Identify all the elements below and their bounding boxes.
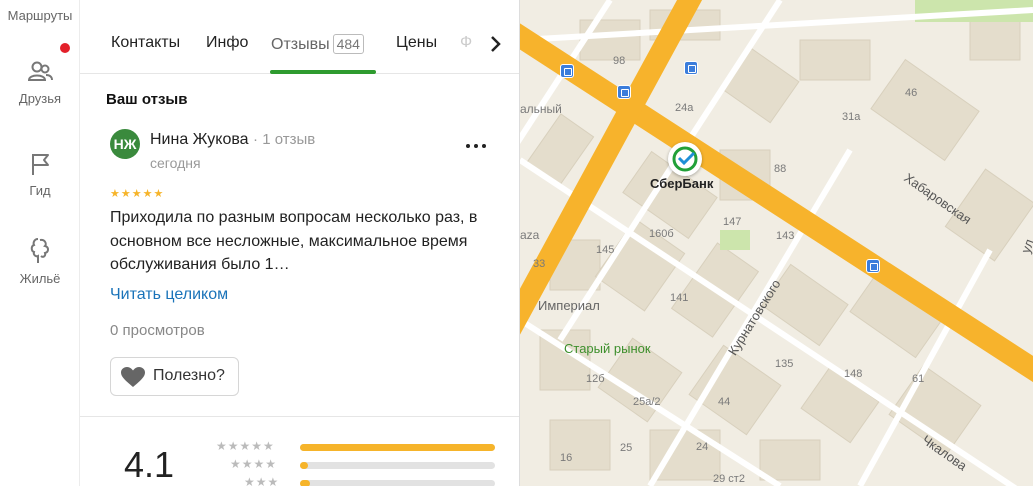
average-rating: 4.1 [124,444,175,485]
map[interactable]: СберБанк Хабаровская Курнатовского Чкало… [520,0,1033,486]
house-number: 16 [560,452,573,464]
review-text: Приходила по разным вопросам несколько р… [110,209,478,273]
house-number: 33 [533,258,546,270]
chevron-right-icon[interactable] [486,33,506,55]
read-more-link[interactable]: Читать целиком [110,286,228,304]
rating-bar-fill [300,462,308,469]
rating-row-5[interactable]: ★★★★★ [216,439,516,453]
review-date: сегодня [150,155,201,171]
house-number: 143 [776,230,795,242]
rating-row-stars: ★★★ [244,475,280,486]
your-review-title: Ваш отзыв [106,91,188,108]
house-number: 61 [912,373,925,385]
house-number: 29 ст2 [713,473,745,485]
rating-row-4[interactable]: ★★★★ [216,457,516,471]
house-number: 160б [649,228,674,240]
rail-housing[interactable]: Жильё [0,236,80,286]
review-rating-stars: ★★★★★ [110,188,165,200]
rating-row-3[interactable]: ★★★ [216,475,516,486]
place-label[interactable]: Империал [538,298,600,313]
more-options-icon[interactable] [462,136,490,156]
map-canvas[interactable] [520,0,1033,486]
left-rail: Маршруты Друзья Гид Жильё [0,0,80,486]
reviews-count-badge: 484 [332,34,364,54]
house-number: 46 [905,87,918,99]
tab-photo[interactable]: Ф [460,34,472,52]
sberbank-pin[interactable] [668,142,702,176]
rating-row-stars: ★★★★★ [216,439,275,453]
helpful-label: Полезно? [153,367,225,384]
rail-friends[interactable]: Друзья [0,58,80,106]
house-number: 135 [775,358,794,370]
partial-place-label: aza [520,228,540,242]
tab-reviews-label: Отзывы [271,36,330,53]
review-author: Нина Жукова 1 отзыв [150,131,315,149]
rail-routes[interactable]: Маршруты [0,8,80,23]
house-number: 98 [613,55,626,67]
house-number: 31а [842,111,861,123]
house-number: 24а [675,102,694,114]
house-number: 88 [774,163,787,175]
friends-icon [27,61,53,81]
tab-prices[interactable]: Цены [396,34,437,52]
tab-info[interactable]: Инфо [206,34,248,52]
tab-reviews[interactable]: Отзывы 484 [271,34,364,54]
house-number: 141 [670,292,689,304]
rating-bar-track [300,462,495,469]
house-number: 24 [696,441,709,453]
rail-guide-label: Гид [29,183,51,198]
sberbank-logo-icon [672,146,698,172]
review-views: 0 просмотров [110,322,205,339]
rail-housing-label: Жильё [19,271,61,286]
rating-bar-fill [300,480,310,486]
rating-bar-track [300,480,495,486]
poi-label-sberbank[interactable]: СберБанк [650,176,713,191]
flag-icon [32,154,49,175]
house-number: 25 [620,442,633,454]
house-number: 147 [723,216,742,228]
rail-friends-label: Друзья [18,91,62,106]
bus-stop-icon[interactable] [684,61,698,75]
notification-dot [60,43,70,53]
house-number: 44 [718,396,731,408]
house-number: 12б [586,373,605,385]
rail-routes-label: Маршруты [7,8,73,23]
house-number: 148 [844,368,863,380]
heart-icon [121,367,145,387]
rating-bar-fill [300,444,495,451]
bus-stop-icon[interactable] [560,64,574,78]
tab-bar: Контакты Инфо Отзывы 484 Цены Ф [80,0,519,74]
author-review-count: 1 отзыв [253,131,315,148]
avatar[interactable]: НЖ [110,129,140,159]
active-tab-indicator [270,70,376,74]
bus-stop-icon[interactable] [617,85,631,99]
author-name[interactable]: Нина Жукова [150,131,249,148]
section-divider [80,416,519,417]
place-label[interactable]: Старый рынок [564,341,651,356]
house-number: 145 [596,244,615,256]
housing-icon [30,238,49,263]
rail-guide[interactable]: Гид [0,150,80,198]
tab-contacts[interactable]: Контакты [111,34,180,52]
rating-bar-track [300,444,495,451]
house-number: 25а/2 [633,396,661,408]
helpful-button[interactable]: Полезно? [110,357,239,396]
bus-stop-icon[interactable] [866,259,880,273]
business-panel: Контакты Инфо Отзывы 484 Цены Ф Ваш отзыв… [80,0,520,486]
rating-row-stars: ★★★★ [230,457,278,471]
partial-place-label: альный [520,102,562,116]
